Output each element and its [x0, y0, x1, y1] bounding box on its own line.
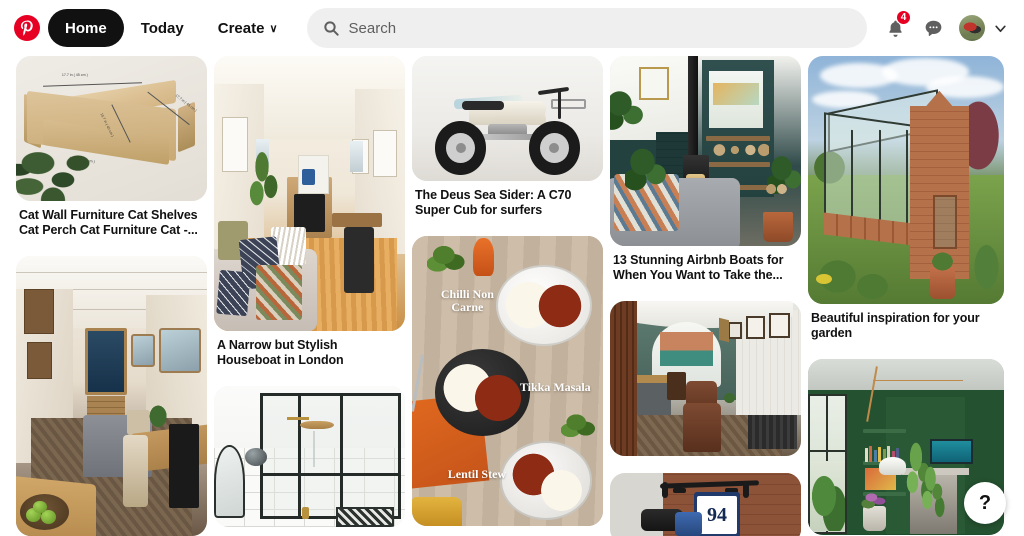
pin-card[interactable]: 13 Stunning Airbnb Boats for When You Wa…: [610, 56, 801, 284]
houseboat-lounge-illustration: [214, 56, 405, 331]
greenhouse-garden-illustration: [808, 56, 1004, 304]
pin-image-boat-leatherchairs[interactable]: [610, 300, 801, 456]
pinterest-logo-button[interactable]: [10, 11, 44, 45]
pin-image-boat-woodstove[interactable]: [610, 56, 801, 246]
pin-card[interactable]: The Deus Sea Sider: A C70 Super Cub for …: [412, 56, 603, 219]
pin-image-cat-shelf[interactable]: 17.7 in ( 45 cm ) 17.7 in ( 45 cm ) 15.7…: [16, 56, 207, 201]
pin-title: The Deus Sea Sider: A C70 Super Cub for …: [415, 188, 572, 218]
user-avatar-button[interactable]: [959, 15, 985, 41]
pin-title: Cat Wall Furniture Cat Shelves Cat Perch…: [19, 208, 198, 238]
help-button[interactable]: ?: [964, 482, 1006, 524]
messages-button[interactable]: [915, 10, 951, 46]
pin-card[interactable]: Beautiful inspiration for your garden: [808, 56, 1004, 342]
pin-column-3: The Deus Sea Sider: A C70 Super Cub for …: [412, 56, 603, 536]
nav-item-today[interactable]: Today: [124, 9, 201, 47]
pin-card[interactable]: [610, 300, 801, 456]
pin-image-curry-dishes[interactable]: Chilli Non Carne Tikka Masala Lentil Ste…: [412, 235, 603, 526]
cat-shelf-illustration: 17.7 in ( 45 cm ) 17.7 in ( 45 cm ) 15.7…: [16, 56, 207, 201]
nav-item-home[interactable]: Home: [48, 9, 124, 47]
nav-item-home-label: Home: [65, 19, 107, 37]
pin-title: A Narrow but Stylish Houseboat in London: [217, 338, 344, 368]
pin-column-5: Beautiful inspiration for your garden: [808, 56, 1004, 536]
food-label: Lentil Stew: [447, 466, 507, 481]
search-icon: [323, 20, 339, 36]
pin-column-1: 17.7 in ( 45 cm ) 17.7 in ( 45 cm ) 15.7…: [16, 56, 207, 536]
bathroom-shower-illustration: [214, 385, 405, 527]
food-label: Chilli Non Carne: [440, 286, 494, 315]
pin-image-motorcycle-94[interactable]: 94: [610, 472, 801, 536]
pin-image-houseboat-lounge[interactable]: [214, 56, 405, 331]
pin-title: Beautiful inspiration for your garden: [811, 311, 980, 341]
chat-bubble-icon: [925, 20, 941, 36]
food-label: Tikka Masala: [519, 379, 591, 394]
motorcycle-94-illustration: 94: [610, 472, 801, 536]
chevron-down-icon: [994, 25, 1006, 32]
pin-image-motorcycle-cub[interactable]: [412, 56, 603, 181]
pin-image-greenhouse-garden[interactable]: [808, 56, 1004, 304]
pin-card[interactable]: 94: [610, 472, 801, 536]
pin-image-bathroom-shower[interactable]: [214, 385, 405, 527]
nav-item-today-label: Today: [140, 19, 184, 37]
pin-column-2: A Narrow but Stylish Houseboat in London: [214, 56, 405, 536]
dimension-label: 17.7 in ( 45 cm ): [61, 73, 88, 78]
curry-dishes-illustration: Chilli Non Carne Tikka Masala Lentil Ste…: [412, 235, 603, 526]
pin-image-narrowboat-kitchen[interactable]: [16, 255, 207, 536]
nav-item-create[interactable]: Create ∨: [201, 9, 295, 47]
avatar-image: [959, 15, 985, 41]
pin-card[interactable]: [214, 385, 405, 527]
pin-card[interactable]: 17.7 in ( 45 cm ) 17.7 in ( 45 cm ) 15.7…: [16, 56, 207, 239]
notifications-badge: 4: [896, 10, 911, 25]
search-input[interactable]: [348, 8, 851, 48]
nav-item-create-label: Create: [217, 19, 265, 37]
pin-grid: 17.7 in ( 45 cm ) 17.7 in ( 45 cm ) 15.7…: [0, 56, 1024, 536]
chevron-down-icon: ∨: [269, 22, 278, 35]
pin-card[interactable]: Chilli Non Carne Tikka Masala Lentil Ste…: [412, 235, 603, 526]
header-actions: 4: [877, 10, 1010, 46]
race-number: 94: [696, 496, 738, 535]
pin-column-4: 13 Stunning Airbnb Boats for When You Wa…: [610, 56, 801, 536]
pin-title: 13 Stunning Airbnb Boats for When You Wa…: [613, 253, 784, 283]
notifications-button[interactable]: 4: [877, 10, 913, 46]
account-menu-button[interactable]: [990, 10, 1010, 46]
pin-card[interactable]: [16, 255, 207, 536]
top-navigation-bar: Home Today Create ∨ 4: [0, 0, 1024, 56]
boat-woodstove-illustration: [610, 56, 801, 246]
pin-columns: 17.7 in ( 45 cm ) 17.7 in ( 45 cm ) 15.7…: [16, 56, 1008, 536]
help-button-label: ?: [978, 491, 992, 514]
narrowboat-kitchen-illustration: [16, 255, 207, 536]
pin-card[interactable]: A Narrow but Stylish Houseboat in London: [214, 56, 405, 369]
motorcycle-cub-illustration: [412, 56, 603, 181]
pinterest-logo-icon: [14, 15, 40, 41]
boat-leatherchairs-illustration: [610, 300, 801, 456]
search-bar[interactable]: [306, 8, 867, 48]
